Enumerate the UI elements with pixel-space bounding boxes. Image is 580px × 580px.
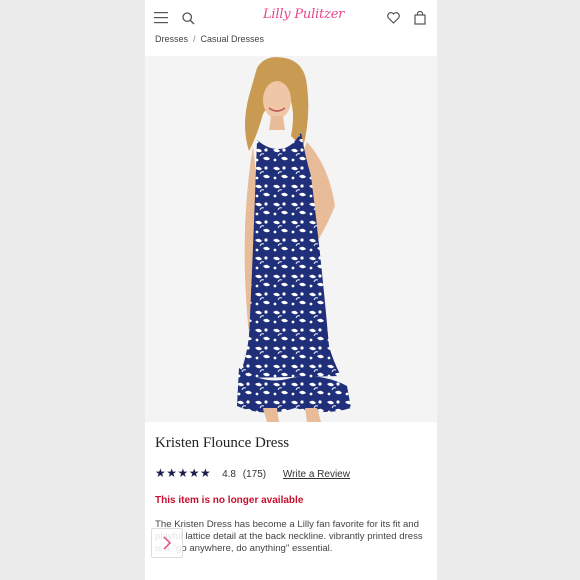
next-button[interactable]: [151, 528, 183, 558]
product-image[interactable]: [145, 56, 437, 422]
mobile-page: Lilly Pulitzer Dresses / Casual Dresses: [145, 0, 437, 580]
rating-row: ★★★★★ 4.8 (175) Write a Review: [155, 466, 350, 480]
availability-message: This item is no longer available: [155, 495, 304, 506]
menu-icon[interactable]: [154, 12, 168, 24]
model-photo: [145, 56, 437, 422]
chevron-right-icon: [163, 536, 172, 550]
write-review-link[interactable]: Write a Review: [283, 469, 350, 480]
brand-logo[interactable]: Lilly Pulitzer: [263, 7, 344, 22]
site-header: Lilly Pulitzer: [145, 0, 437, 34]
breadcrumb-dresses[interactable]: Dresses: [155, 34, 188, 44]
breadcrumb: Dresses / Casual Dresses: [155, 34, 264, 44]
bag-icon[interactable]: [414, 11, 426, 25]
breadcrumb-casual-dresses[interactable]: Casual Dresses: [201, 34, 265, 44]
product-description: The Kristen Dress has become a Lilly fan…: [155, 519, 423, 554]
star-rating-icon[interactable]: ★★★★★: [155, 466, 211, 480]
breadcrumb-separator: /: [193, 34, 196, 44]
product-title: Kristen Flounce Dress: [155, 435, 290, 451]
review-count[interactable]: (175): [243, 469, 266, 480]
heart-icon[interactable]: [387, 12, 400, 24]
rating-value: 4.8: [222, 469, 236, 480]
search-icon[interactable]: [182, 12, 195, 25]
